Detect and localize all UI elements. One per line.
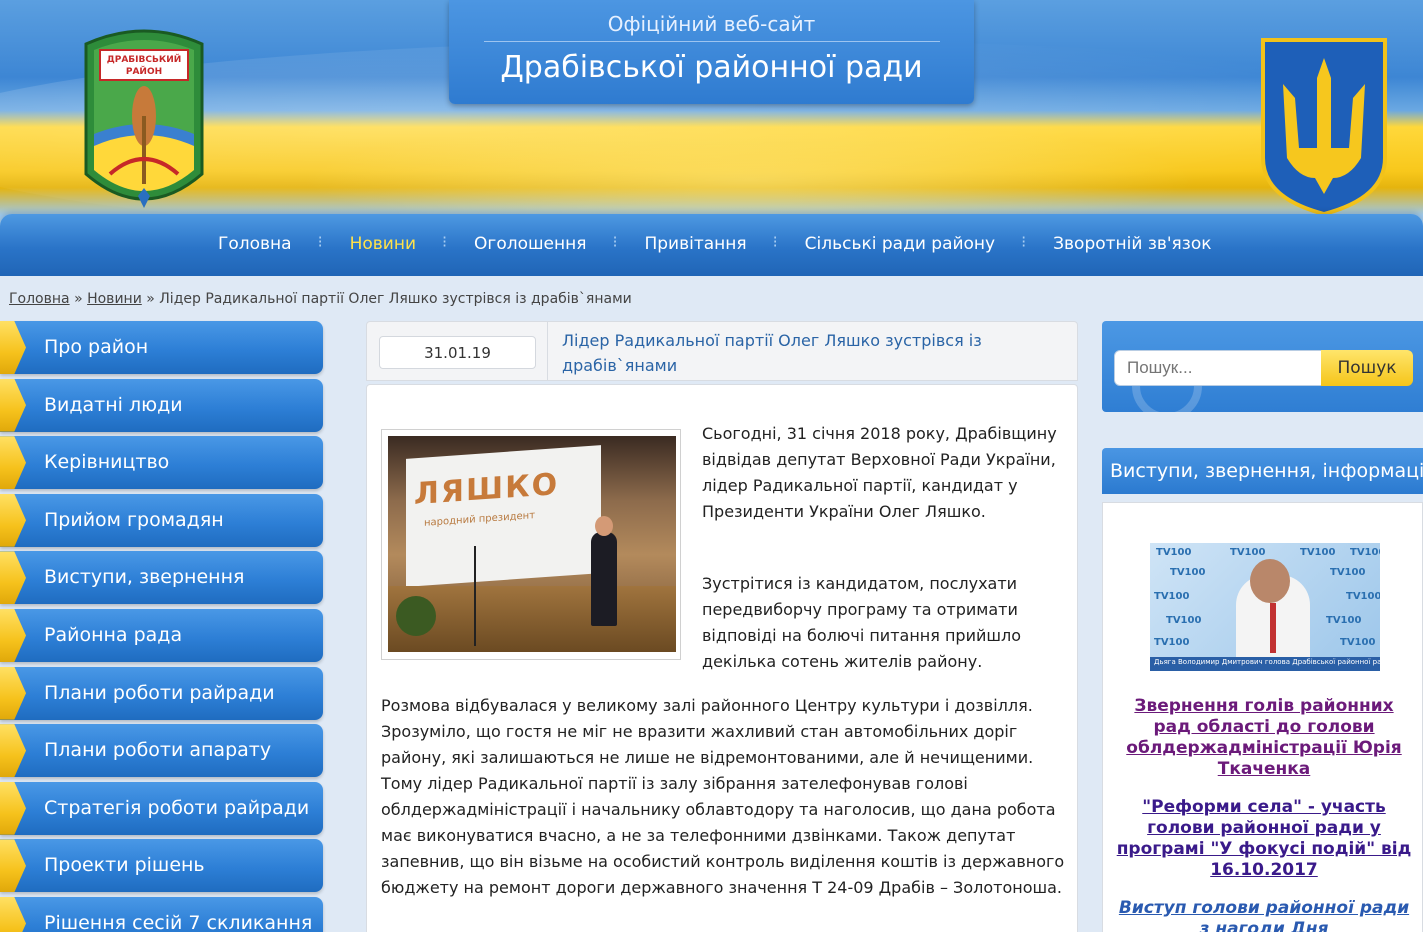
menu-arrow-icon [0,321,26,374]
menu-item-label: Керівництво [44,451,170,474]
tv-logo: TV100 [1300,547,1336,558]
side-menu: Про район Видатні люди Керівництво Прийо… [0,321,323,932]
nav-item-announcements[interactable]: Оголошення [442,232,615,254]
menu-arrow-icon [0,839,26,893]
menu-arrow-icon [0,608,26,662]
menu-arrow-icon [0,724,26,778]
side-menu-item-citizen-reception[interactable]: Прийом громадян [0,493,323,547]
tv-logo: TV100 [1350,547,1380,558]
side-menu-item-draft-decisions[interactable]: Проекти рішень [0,839,323,893]
sidebar-link-appeal[interactable]: Звернення голів районних рад області до … [1115,696,1413,780]
photo-plant [396,596,436,636]
svg-text:ДРАБІВСЬКИЙ: ДРАБІВСЬКИЙ [107,53,182,65]
nav-item-feedback[interactable]: Зворотній зв'язок [1021,232,1240,254]
article-title[interactable]: Лідер Радикальної партії Олег Ляшко зуст… [547,322,1078,380]
menu-item-label: Стратегія роботи райради [44,796,310,819]
side-menu-item-about[interactable]: Про район [0,321,323,374]
menu-item-label: Плани роботи апарату [44,739,272,762]
article-paragraph: Зустрітися із кандидатом, послухати пере… [702,574,1022,671]
breadcrumb-separator: » [74,291,83,307]
nav-item-village-councils[interactable]: Сільські ради району [773,232,1025,254]
menu-item-label: Про район [44,336,149,358]
article-photo-image: ЛЯШКО народний президент [388,436,676,652]
sidebar-link-speech[interactable]: Виступ голови районної ради з нагоди Дня [1115,898,1413,932]
menu-arrow-icon [0,896,26,932]
photo-speaker [591,532,617,626]
sidebar-heading-text: Виступи, звернення, інформації [1110,460,1423,482]
tv-logo: TV100 [1170,567,1206,578]
sidebar-heading: Виступи, звернення, інформації [1102,448,1423,494]
tv-logo: TV100 [1166,615,1202,626]
menu-item-label: Районна рада [44,623,183,646]
menu-arrow-icon [0,436,26,490]
article-paragraph: Сьогодні, 31 січня 2018 року, Драбівщину… [702,424,1057,521]
site-title: Драбівської районної ради [500,50,923,85]
menu-arrow-icon [0,493,26,547]
side-menu-item-staff-plans[interactable]: Плани роботи апарату [0,724,323,778]
article-body: ЛЯШКО народний президент Сьогодні, 31 сі… [366,384,1078,932]
menu-item-label: Проекти рішень [44,854,205,877]
main-nav: Головна Новини Оголошення Привітання Сіл… [0,214,1423,276]
article-date: 31.01.19 [379,336,536,369]
article-header: 31.01.19 Лідер Радикальної партії Олег Л… [366,321,1078,381]
side-menu-item-speeches[interactable]: Виступи, звернення [0,551,323,605]
menu-item-label: Виступи, звернення [44,566,245,589]
tv-logo: TV100 [1230,547,1266,558]
tv-logo: TV100 [1340,637,1376,648]
tv-logo: TV100 [1346,591,1380,602]
search-input[interactable] [1114,350,1322,386]
video-speaker-tie [1270,603,1276,653]
nav-item-news[interactable]: Новини [318,232,445,254]
tv-logo: TV100 [1154,637,1190,648]
menu-item-label: Прийом громадян [44,508,224,531]
nav-item-greetings[interactable]: Привітання [612,232,775,254]
tv-logo: TV100 [1156,547,1192,558]
district-emblem-icon[interactable]: ДРАБІВСЬКИЙ РАЙОН [80,24,208,218]
tv-logo: TV100 [1330,567,1366,578]
side-menu-item-strategy[interactable]: Стратегія роботи райради [0,781,323,835]
photo-speaker-head [595,516,613,536]
breadcrumb-current: Лідер Радикальної партії Олег Ляшко зуст… [159,291,632,307]
menu-arrow-icon [0,781,26,835]
sidebar-content: TV100 TV100 TV100 TV100 TV100 TV100 TV10… [1102,502,1423,932]
tv-logo: TV100 [1154,591,1190,602]
article-paragraph: Розмова відбувалася у великому залі райо… [381,696,1065,897]
article-photo[interactable]: ЛЯШКО народний президент [381,429,681,660]
breadcrumb-home-link[interactable]: Головна [9,291,70,307]
menu-arrow-icon [0,666,26,720]
menu-item-label: Плани роботи райради [44,681,275,704]
side-menu-item-district-council[interactable]: Районна рада [0,608,323,662]
tv-logo: TV100 [1326,615,1362,626]
search-button[interactable]: Пошук [1321,350,1413,386]
video-caption: Дьяга Володимир Дмитрович голова Драбівс… [1150,657,1380,671]
menu-item-label: Рішення сесій 7 скликання [44,911,313,932]
side-menu-item-session-decisions[interactable]: Рішення сесій 7 скликання [0,896,323,932]
photo-microphone-stand [474,546,476,646]
search-panel: Пошук [1102,321,1423,412]
side-menu-item-leadership[interactable]: Керівництво [0,436,323,490]
video-speaker-head [1250,559,1290,603]
svg-text:РАЙОН: РАЙОН [126,65,162,77]
site-subtitle: Офіційний веб-сайт [607,12,816,36]
site-header: ДРАБІВСЬКИЙ РАЙОН Офіційний веб-сайт Дра… [0,0,1423,276]
side-menu-item-council-plans[interactable]: Плани роботи райради [0,666,323,720]
menu-arrow-icon [0,378,26,432]
trident-coat-of-arms-icon [1261,38,1387,215]
sidebar-link-village-reforms[interactable]: "Реформи села" - участь голови районної … [1115,797,1413,881]
video-thumbnail[interactable]: TV100 TV100 TV100 TV100 TV100 TV100 TV10… [1150,543,1380,671]
site-title-box[interactable]: Офіційний веб-сайт Драбівської районної … [449,0,974,104]
nav-item-home[interactable]: Головна [189,234,321,254]
breadcrumb-news-link[interactable]: Новини [87,291,142,307]
menu-arrow-icon [0,551,26,605]
menu-item-label: Видатні люди [44,393,183,416]
breadcrumb: Головна » Новини » Лідер Радикальної пар… [9,291,632,307]
breadcrumb-separator: » [146,291,155,307]
side-menu-item-famous-people[interactable]: Видатні люди [0,378,323,432]
